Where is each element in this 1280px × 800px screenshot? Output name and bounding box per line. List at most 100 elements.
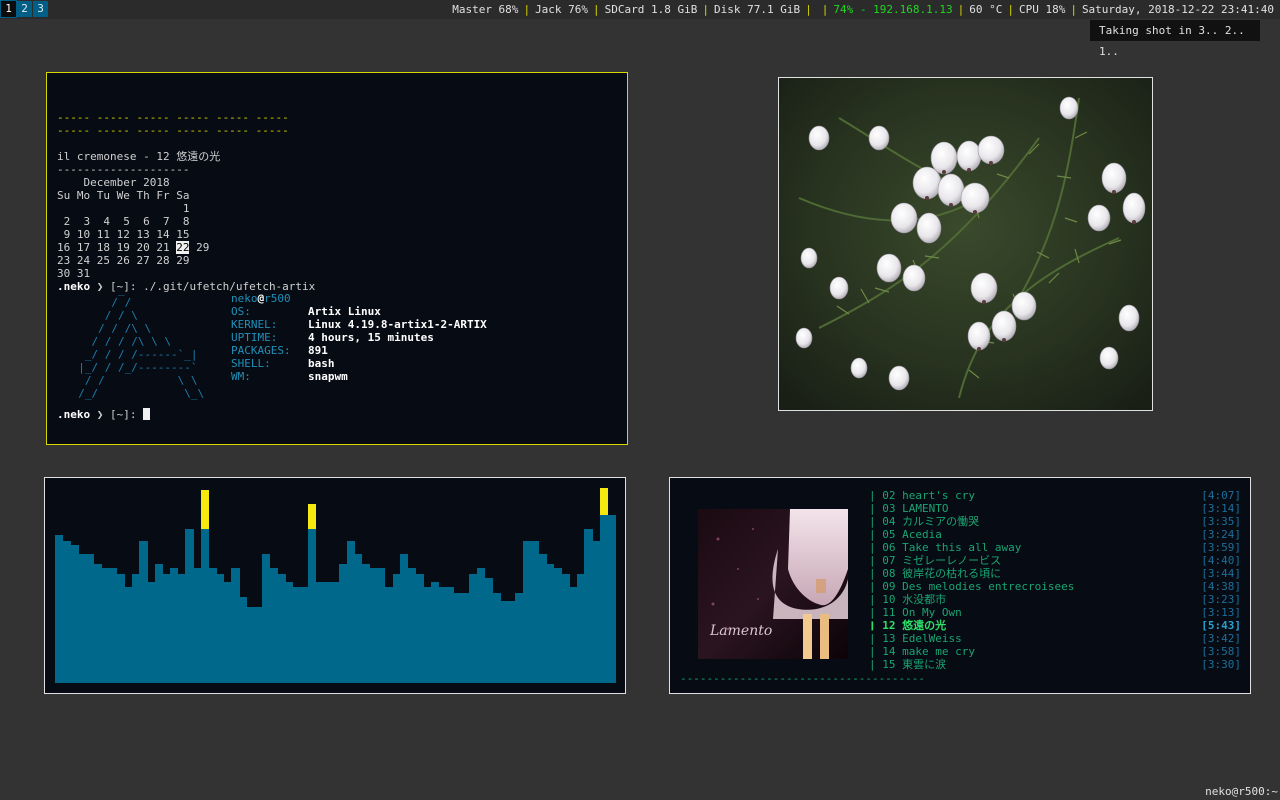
fetch-key: WM:	[231, 370, 251, 383]
calendar-row: 1	[57, 202, 190, 215]
calendar-row: 30 31	[57, 267, 91, 280]
fetch-host: r500	[264, 292, 291, 305]
fetch-value: 4 hours, 15 minutes	[308, 331, 434, 344]
calendar-title: December 2018	[57, 176, 170, 189]
track-number: 02	[882, 489, 896, 502]
track-title: カルミアの慟哭	[902, 515, 980, 528]
palette-line-2: ----- ----- ----- ----- ----- -----	[57, 124, 289, 137]
system-info: neko@r500 OS: Artix Linux KERNEL: Linux 4.…	[231, 292, 487, 383]
track-title: 彼岸花の枯れる頃に	[902, 567, 1002, 580]
track-duration: [3:58]	[1201, 645, 1241, 658]
calendar-row: 23 24 25 26 27 28 29	[57, 254, 190, 267]
playlist-item-current[interactable]: ❙ 12 悠遠の光 [5:43]	[869, 619, 1241, 632]
text-cursor	[143, 408, 151, 420]
workspace-3[interactable]: 3	[33, 1, 48, 17]
disk-space: Disk 77.1 GiB	[714, 3, 801, 16]
playlist-item[interactable]: | 04 カルミアの慟哭 [3:35]	[869, 515, 1241, 528]
track-duration: [3:23]	[1201, 593, 1241, 606]
artix-logo: _ / / / / \ / / /\ \ / / / /\ \ \ _/ / /…	[65, 283, 205, 400]
track-title: On My Own	[902, 606, 962, 619]
track-duration: [3:35]	[1201, 515, 1241, 528]
track-title: Des melodies entrecroisees	[902, 580, 1075, 593]
playlist-item[interactable]: | 05 Acedia [3:24]	[869, 528, 1241, 541]
track-duration: [4:07]	[1201, 489, 1241, 502]
rule-line: --------------------	[57, 163, 190, 176]
fetch-key: PACKAGES:	[231, 344, 291, 357]
fetch-key: UPTIME:	[231, 331, 278, 344]
spectrum-peak	[200, 489, 210, 529]
audio-visualizer-window[interactable]	[44, 477, 626, 694]
track-title: Take this all away	[902, 541, 1022, 554]
track-number: 03	[882, 502, 896, 515]
track-duration: [4:40]	[1201, 554, 1241, 567]
track-title: LAMENTO	[902, 502, 949, 515]
progress-bar[interactable]: -------------------------------------	[680, 672, 925, 685]
track-duration: [3:13]	[1201, 606, 1241, 619]
terminal-window[interactable]: ----- ----- ----- ----- ----- ----- ----…	[46, 72, 628, 445]
playlist-item[interactable]: | 15 東雲に涙 [3:30]	[869, 658, 1241, 671]
playlist[interactable]: | 02 heart's cry [4:07] | 03 LAMENTO [3:14]…	[869, 489, 1241, 671]
cpu-usage: CPU 18%	[1018, 3, 1066, 16]
screenshot-notification: Taking shot in 3.. 2.. 1..	[1090, 20, 1260, 58]
volume-jack: Jack 76%	[535, 3, 589, 16]
calendar-today: 22	[176, 241, 190, 254]
workspace-1[interactable]: 1	[0, 0, 17, 18]
playlist-item[interactable]: | 02 heart's cry [4:07]	[869, 489, 1241, 502]
corner-prompt: neko@r500:~	[1205, 785, 1278, 798]
playlist-item[interactable]: | 06 Take this all away [3:59]	[869, 541, 1241, 554]
track-number: 07	[882, 554, 896, 567]
playlist-item[interactable]: | 07 ミゼレーレノービス [4:40]	[869, 554, 1241, 567]
track-title: ミゼレーレノービス	[902, 554, 1002, 567]
track-number: 15	[882, 658, 896, 671]
status-bar: 1 2 3 Master 68% | Jack 76% | SDCard 1.8 GiB…	[0, 0, 1280, 19]
fetch-key: KERNEL:	[231, 318, 278, 331]
track-title: 悠遠の光	[902, 619, 947, 632]
fetch-value: Artix Linux	[308, 305, 381, 318]
track-number: 04	[882, 515, 896, 528]
playlist-item[interactable]: | 10 水没都市 [3:23]	[869, 593, 1241, 606]
active-prompt[interactable]: .neko ❯ [~]:	[57, 408, 151, 421]
track-number: 13	[882, 632, 896, 645]
status-blocks: Master 68% | Jack 76% | SDCard 1.8 GiB | Disk …	[452, 3, 1274, 16]
fetch-user: neko	[231, 292, 258, 305]
calendar-row: 9 10 11 12 13 14 15	[57, 228, 190, 241]
image-viewer-window[interactable]	[778, 77, 1153, 411]
album-cover: Lamento	[698, 509, 848, 659]
track-title: 水没都市	[902, 593, 947, 606]
track-duration: [3:14]	[1201, 502, 1241, 515]
terminal-output: ----- ----- ----- ----- ----- ----- ----…	[57, 111, 316, 293]
fetch-value: Linux 4.19.8-artix1-2-ARTIX	[308, 318, 487, 331]
track-number: 08	[882, 567, 896, 580]
workspace-switcher: 1 2 3	[0, 0, 48, 18]
spectrum-peak	[308, 503, 317, 529]
track-number: 09	[882, 580, 896, 593]
prompt-symbol: ❯ [~]:	[90, 408, 144, 421]
cpu-temperature: 60 °C	[969, 3, 1003, 16]
prompt-user: .neko	[57, 408, 91, 421]
track-number: 10	[882, 593, 896, 606]
now-playing-line: il cremonese - 12 悠遠の光	[57, 150, 221, 163]
track-number: 14	[882, 645, 896, 658]
workspace-2[interactable]: 2	[17, 1, 32, 17]
track-duration: [4:38]	[1201, 580, 1241, 593]
playlist-item[interactable]: | 09 Des melodies entrecroisees [4:38]	[869, 580, 1241, 593]
playlist-item[interactable]: | 11 On My Own [3:13]	[869, 606, 1241, 619]
datetime: Saturday, 2018-12-22 23:41:40	[1081, 3, 1274, 16]
fetch-key: SHELL:	[231, 357, 271, 370]
network-status: 74% - 192.168.1.13	[833, 3, 953, 16]
playlist-item[interactable]: | 14 make me cry [3:58]	[869, 645, 1241, 658]
music-player-window[interactable]: Lamento | 02 heart's cry [4:07] | 03 LAMEN…	[669, 477, 1251, 694]
track-title: make me cry	[902, 645, 975, 658]
cover-title: Lamento	[709, 623, 772, 639]
playlist-item[interactable]: | 13 EdelWeiss [3:42]	[869, 632, 1241, 645]
playlist-item[interactable]: | 03 LAMENTO [3:14]	[869, 502, 1241, 515]
playlist-item[interactable]: | 08 彼岸花の枯れる頃に [3:44]	[869, 567, 1241, 580]
track-number: 06	[882, 541, 896, 554]
track-duration: [5:43]	[1201, 619, 1241, 632]
palette-line-1: ----- ----- ----- ----- ----- -----	[57, 111, 289, 124]
track-number: 12	[882, 619, 896, 632]
track-duration: [3:42]	[1201, 632, 1241, 645]
track-duration: [3:24]	[1201, 528, 1241, 541]
track-title: Acedia	[902, 528, 942, 541]
spectrum-bars	[55, 488, 616, 683]
